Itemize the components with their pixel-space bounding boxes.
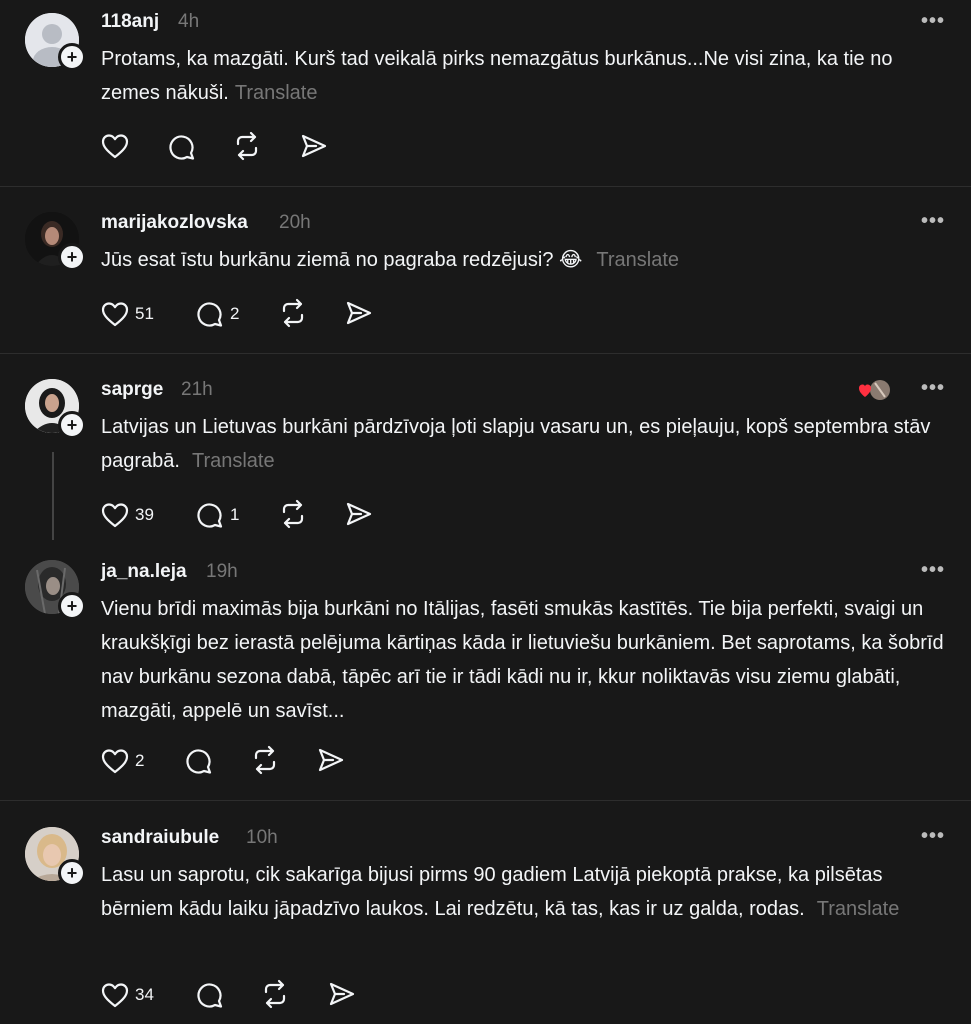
share-icon [329, 982, 355, 1006]
post-text: Lasu un saprotu, cik sakarīga bijusi pir… [101, 858, 951, 926]
more-options-button[interactable]: ••• [921, 559, 945, 582]
translate-link[interactable]: Translate [817, 898, 900, 920]
username[interactable]: 118anj [101, 11, 159, 33]
repost-icon [254, 745, 276, 775]
share-button[interactable] [328, 981, 356, 1007]
repost-icon [264, 979, 286, 1009]
reply-count: 2 [230, 304, 240, 323]
heart-icon [101, 749, 129, 774]
comment-icon [197, 983, 223, 1008]
divider [0, 800, 971, 801]
repost-icon [282, 499, 304, 529]
repost-icon [282, 298, 304, 328]
follow-plus-button[interactable]: + [58, 411, 86, 439]
post-text: Jūs esat īstu burkānu ziemā no pagraba r… [101, 243, 951, 277]
repost-button[interactable] [278, 298, 308, 328]
timestamp[interactable]: 4h [178, 11, 199, 33]
comment-icon [197, 503, 223, 528]
heart-icon [101, 134, 129, 159]
comment-icon [186, 749, 212, 774]
repost-button[interactable] [250, 745, 280, 775]
divider [0, 353, 971, 354]
like-button[interactable]: 51 [101, 301, 154, 327]
comment-button[interactable]: 2 [196, 300, 239, 328]
post-text: Vienu brīdi maximās bija burkāni no Itāl… [101, 592, 951, 728]
post-text-content: Lasu un saprotu, cik sakarīga bijusi pir… [101, 864, 883, 920]
comment-button[interactable]: 1 [196, 501, 239, 529]
follow-plus-button[interactable]: + [58, 43, 86, 71]
share-button[interactable] [345, 501, 373, 527]
threads-replies-feed: + 118anj 4h ••• Protams, ka mazgāti. Kur… [0, 0, 971, 1024]
liked-heart-avatar-icon [859, 380, 890, 400]
follow-plus-button[interactable]: + [58, 592, 86, 620]
heart-icon [101, 503, 129, 528]
like-count: 2 [135, 751, 145, 770]
translate-link[interactable]: Translate [192, 450, 275, 472]
more-options-button[interactable]: ••• [921, 825, 945, 848]
post-text-content: Protams, ka mazgāti. Kurš tad veikalā pi… [101, 48, 893, 104]
share-icon [301, 134, 327, 158]
like-button[interactable] [101, 133, 129, 159]
username[interactable]: saprge [101, 379, 163, 401]
timestamp[interactable]: 10h [246, 827, 278, 849]
repost-button[interactable] [260, 979, 290, 1009]
share-button[interactable] [345, 300, 373, 326]
like-button[interactable]: 2 [101, 748, 144, 774]
divider [0, 186, 971, 187]
comment-icon [197, 302, 223, 327]
thread-line [52, 452, 54, 540]
liked-by-author-indicator[interactable] [858, 379, 892, 401]
timestamp[interactable]: 19h [206, 561, 238, 583]
reply-count: 1 [230, 505, 240, 524]
username[interactable]: ja_na.leja [101, 561, 187, 583]
like-count: 51 [135, 304, 154, 323]
username[interactable]: sandraiubule [101, 827, 219, 849]
share-icon [346, 502, 372, 526]
like-button[interactable]: 34 [101, 982, 154, 1008]
follow-plus-button[interactable]: + [58, 859, 86, 887]
share-button[interactable] [300, 133, 328, 159]
post-text-content: Vienu brīdi maximās bija burkāni no Itāl… [101, 598, 944, 722]
repost-button[interactable] [278, 499, 308, 529]
share-icon [318, 748, 344, 772]
timestamp[interactable]: 20h [279, 212, 311, 234]
more-options-button[interactable]: ••• [921, 377, 945, 400]
repost-button[interactable] [232, 131, 262, 161]
heart-icon [101, 302, 129, 327]
comment-button[interactable] [196, 981, 224, 1009]
follow-plus-button[interactable]: + [58, 243, 86, 271]
comment-button[interactable] [185, 747, 213, 775]
repost-icon [236, 131, 258, 161]
like-button[interactable]: 39 [101, 502, 154, 528]
heart-icon [101, 983, 129, 1008]
username[interactable]: marijakozlovska [101, 212, 248, 234]
more-options-button[interactable]: ••• [921, 10, 945, 33]
translate-link[interactable]: Translate [235, 82, 318, 104]
post-text-content: Jūs esat īstu burkānu ziemā no pagraba r… [101, 249, 583, 271]
like-count: 39 [135, 505, 154, 524]
share-button[interactable] [317, 747, 345, 773]
post-text: Latvijas un Lietuvas burkāni pārdzīvoja … [101, 410, 951, 478]
share-icon [346, 301, 372, 325]
post-text: Protams, ka mazgāti. Kurš tad veikalā pi… [101, 42, 951, 110]
comment-button[interactable] [168, 133, 196, 161]
comment-icon [169, 135, 195, 160]
timestamp[interactable]: 21h [181, 379, 213, 401]
more-options-button[interactable]: ••• [921, 210, 945, 233]
like-count: 34 [135, 985, 154, 1004]
translate-link[interactable]: Translate [596, 249, 679, 271]
